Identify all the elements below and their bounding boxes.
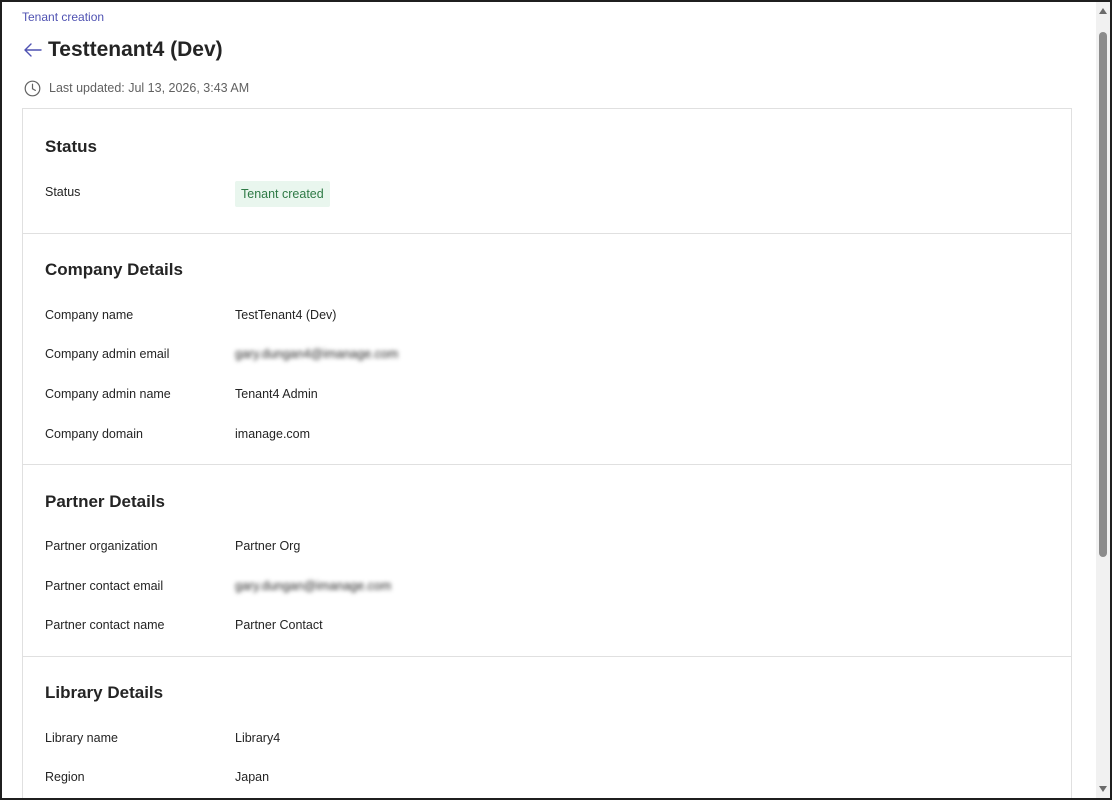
company-admin-email-label: Company admin email	[45, 347, 170, 361]
partner-contact-name-label: Partner contact name	[45, 618, 165, 632]
company-domain-value: imanage.com	[235, 427, 311, 441]
status-heading: Status	[45, 137, 97, 156]
company-admin-email-row: Company admin email gary.dungan4@imanage…	[45, 347, 398, 361]
company-name-label: Company name	[45, 308, 134, 322]
page-title: Testtenant4 (Dev)	[48, 38, 223, 61]
partner-organization-value: Partner Org	[235, 539, 301, 553]
clock-icon	[23, 79, 41, 97]
partner-contact-name-value: Partner Contact	[235, 618, 323, 632]
company-domain-row: Company domain imanage.com	[45, 427, 310, 441]
library-details-heading: Library Details	[45, 683, 164, 702]
library-name-label: Library name	[45, 731, 118, 745]
company-details-section: Company Details Company name TestTenant4…	[23, 234, 1071, 465]
details-card: Status Status Tenant created Company Det…	[22, 108, 1072, 798]
vertical-scrollbar[interactable]	[1096, 2, 1110, 798]
status-badge: Tenant created	[235, 181, 330, 207]
tenant-details-page: Tenant creation Testtenant4 (Dev) Last u…	[2, 2, 1096, 798]
title-row: Testtenant4 (Dev)	[22, 38, 223, 62]
company-name-value: TestTenant4 (Dev)	[235, 308, 337, 322]
partner-contact-email-label: Partner contact email	[45, 579, 164, 593]
company-admin-name-label: Company admin name	[45, 387, 171, 401]
last-updated-text: Last updated: Jul 13, 2026, 3:43 AM	[49, 81, 250, 95]
library-name-row: Library name Library4	[45, 731, 280, 745]
scroll-down-arrow-icon[interactable]	[1096, 782, 1110, 796]
company-name-row: Company name TestTenant4 (Dev)	[45, 308, 336, 322]
status-label: Status	[45, 185, 81, 199]
partner-details-heading: Partner Details	[45, 492, 165, 511]
scroll-up-arrow-icon[interactable]	[1096, 4, 1110, 18]
region-label: Region	[45, 770, 85, 784]
partner-contact-name-row: Partner contact name Partner Contact	[45, 618, 323, 632]
company-admin-name-value: Tenant4 Admin	[235, 387, 318, 401]
region-value: Japan	[235, 770, 270, 784]
partner-organization-row: Partner organization Partner Org	[45, 539, 300, 553]
company-domain-label: Company domain	[45, 427, 143, 441]
region-row: Region Japan	[45, 770, 269, 784]
breadcrumb-tenant-creation[interactable]: Tenant creation	[22, 10, 104, 24]
company-admin-email-value: gary.dungan4@imanage.com	[235, 347, 399, 361]
partner-contact-email-value: gary.dungan@imanage.com	[235, 579, 392, 593]
library-name-value: Library4	[235, 731, 281, 745]
company-details-heading: Company Details	[45, 260, 183, 279]
partner-details-section: Partner Details Partner organization Par…	[23, 465, 1071, 657]
partner-organization-label: Partner organization	[45, 539, 158, 553]
company-admin-name-row: Company admin name Tenant4 Admin	[45, 387, 318, 401]
library-details-section: Library Details Library name Library4 Re…	[23, 657, 1071, 798]
status-row: Status Tenant created	[45, 181, 330, 207]
scrollbar-thumb[interactable]	[1099, 32, 1107, 557]
back-arrow-icon[interactable]	[22, 39, 44, 61]
status-section: Status Status Tenant created	[23, 109, 1071, 234]
last-updated: Last updated: Jul 13, 2026, 3:43 AM	[23, 79, 249, 97]
partner-contact-email-row: Partner contact email gary.dungan@imanag…	[45, 579, 391, 593]
